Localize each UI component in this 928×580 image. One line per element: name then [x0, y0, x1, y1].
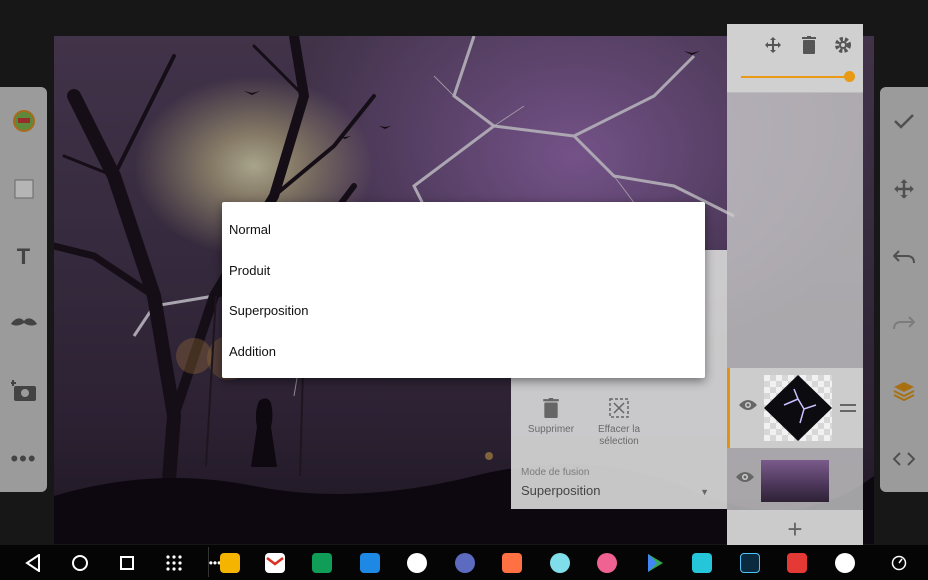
delete-label: Supprimer	[527, 424, 575, 435]
play-store-icon[interactable]	[645, 553, 665, 573]
menu-item-addition[interactable]: Addition	[222, 332, 705, 373]
voice-app-icon[interactable]	[835, 553, 855, 573]
layers-panel: +	[727, 24, 863, 548]
menu-item-superposition[interactable]: Superposition	[222, 291, 705, 332]
redo-icon[interactable]	[880, 303, 928, 343]
sticker-icon[interactable]	[0, 101, 47, 141]
battery-status-icon[interactable]	[888, 552, 910, 574]
layer-thumbnail	[761, 460, 829, 502]
dropdown-arrow-icon: ▼	[700, 487, 709, 497]
clear-selection-label-1: Effacer la	[597, 424, 641, 435]
chat-app-icon[interactable]	[597, 553, 617, 573]
layers-header	[727, 24, 863, 92]
acrobat-app-icon[interactable]	[787, 553, 807, 573]
layer-row-lightning[interactable]	[727, 368, 863, 448]
opacity-slider-knob[interactable]	[844, 71, 855, 82]
eye-icon[interactable]	[738, 398, 758, 414]
gmail-app-icon[interactable]	[265, 553, 285, 573]
undo-icon[interactable]	[880, 237, 928, 277]
m-app-icon[interactable]	[692, 553, 712, 573]
blend-mode-dropdown: Normal Produit Superposition Addition	[222, 202, 705, 378]
settings-app-icon[interactable]	[455, 553, 475, 573]
layer-thumbnail	[764, 375, 832, 441]
right-toolbar	[880, 87, 928, 492]
keep-app-icon[interactable]	[220, 553, 240, 573]
code-icon[interactable]	[880, 439, 928, 479]
mustache-icon[interactable]	[0, 303, 47, 343]
files-app-icon[interactable]	[360, 553, 380, 573]
menu-item-normal[interactable]: Normal	[222, 210, 705, 251]
apps-grid-icon[interactable]	[163, 552, 185, 574]
add-layer-button[interactable]: +	[727, 510, 863, 548]
move-layer-icon[interactable]	[761, 34, 785, 56]
opacity-slider-track[interactable]	[741, 76, 849, 78]
move-icon[interactable]	[880, 169, 928, 209]
app-screen: T ••• + Supprimer Effacer la sélection M…	[0, 0, 928, 580]
divider	[727, 92, 863, 93]
text-icon[interactable]: T	[0, 237, 47, 277]
add-photo-icon[interactable]	[0, 371, 47, 411]
drag-handle-icon[interactable]	[840, 404, 856, 412]
teal-app-icon[interactable]	[550, 553, 570, 573]
gear-icon[interactable]	[831, 34, 855, 56]
square-icon[interactable]	[0, 169, 47, 209]
blend-mode-value: Superposition	[521, 483, 601, 498]
clear-selection-button[interactable]: Effacer la sélection	[579, 398, 659, 448]
camera-app-icon[interactable]	[407, 553, 427, 573]
clear-selection-icon	[579, 398, 659, 418]
left-toolbar: T •••	[0, 87, 47, 492]
back-icon[interactable]	[22, 552, 44, 574]
eye-icon[interactable]	[735, 470, 755, 486]
delete-layer-icon[interactable]	[797, 34, 821, 56]
more-icon[interactable]: •••	[0, 439, 47, 479]
orange-app-icon[interactable]	[502, 553, 522, 573]
system-taskbar: •••	[0, 545, 928, 580]
home-icon[interactable]	[69, 552, 91, 574]
sheets-app-icon[interactable]	[312, 553, 332, 573]
menu-item-produit[interactable]: Produit	[222, 251, 705, 292]
layer-row-background[interactable]	[727, 450, 863, 512]
clear-selection-label-2: sélection	[599, 436, 639, 447]
recents-icon[interactable]	[116, 552, 138, 574]
blend-mode-label: Mode de fusion	[521, 467, 590, 478]
layers-icon[interactable]	[880, 371, 928, 411]
photoshop-app-icon[interactable]	[740, 553, 760, 573]
blend-mode-select[interactable]: Superposition ▼	[521, 483, 717, 505]
check-icon[interactable]	[880, 101, 928, 141]
